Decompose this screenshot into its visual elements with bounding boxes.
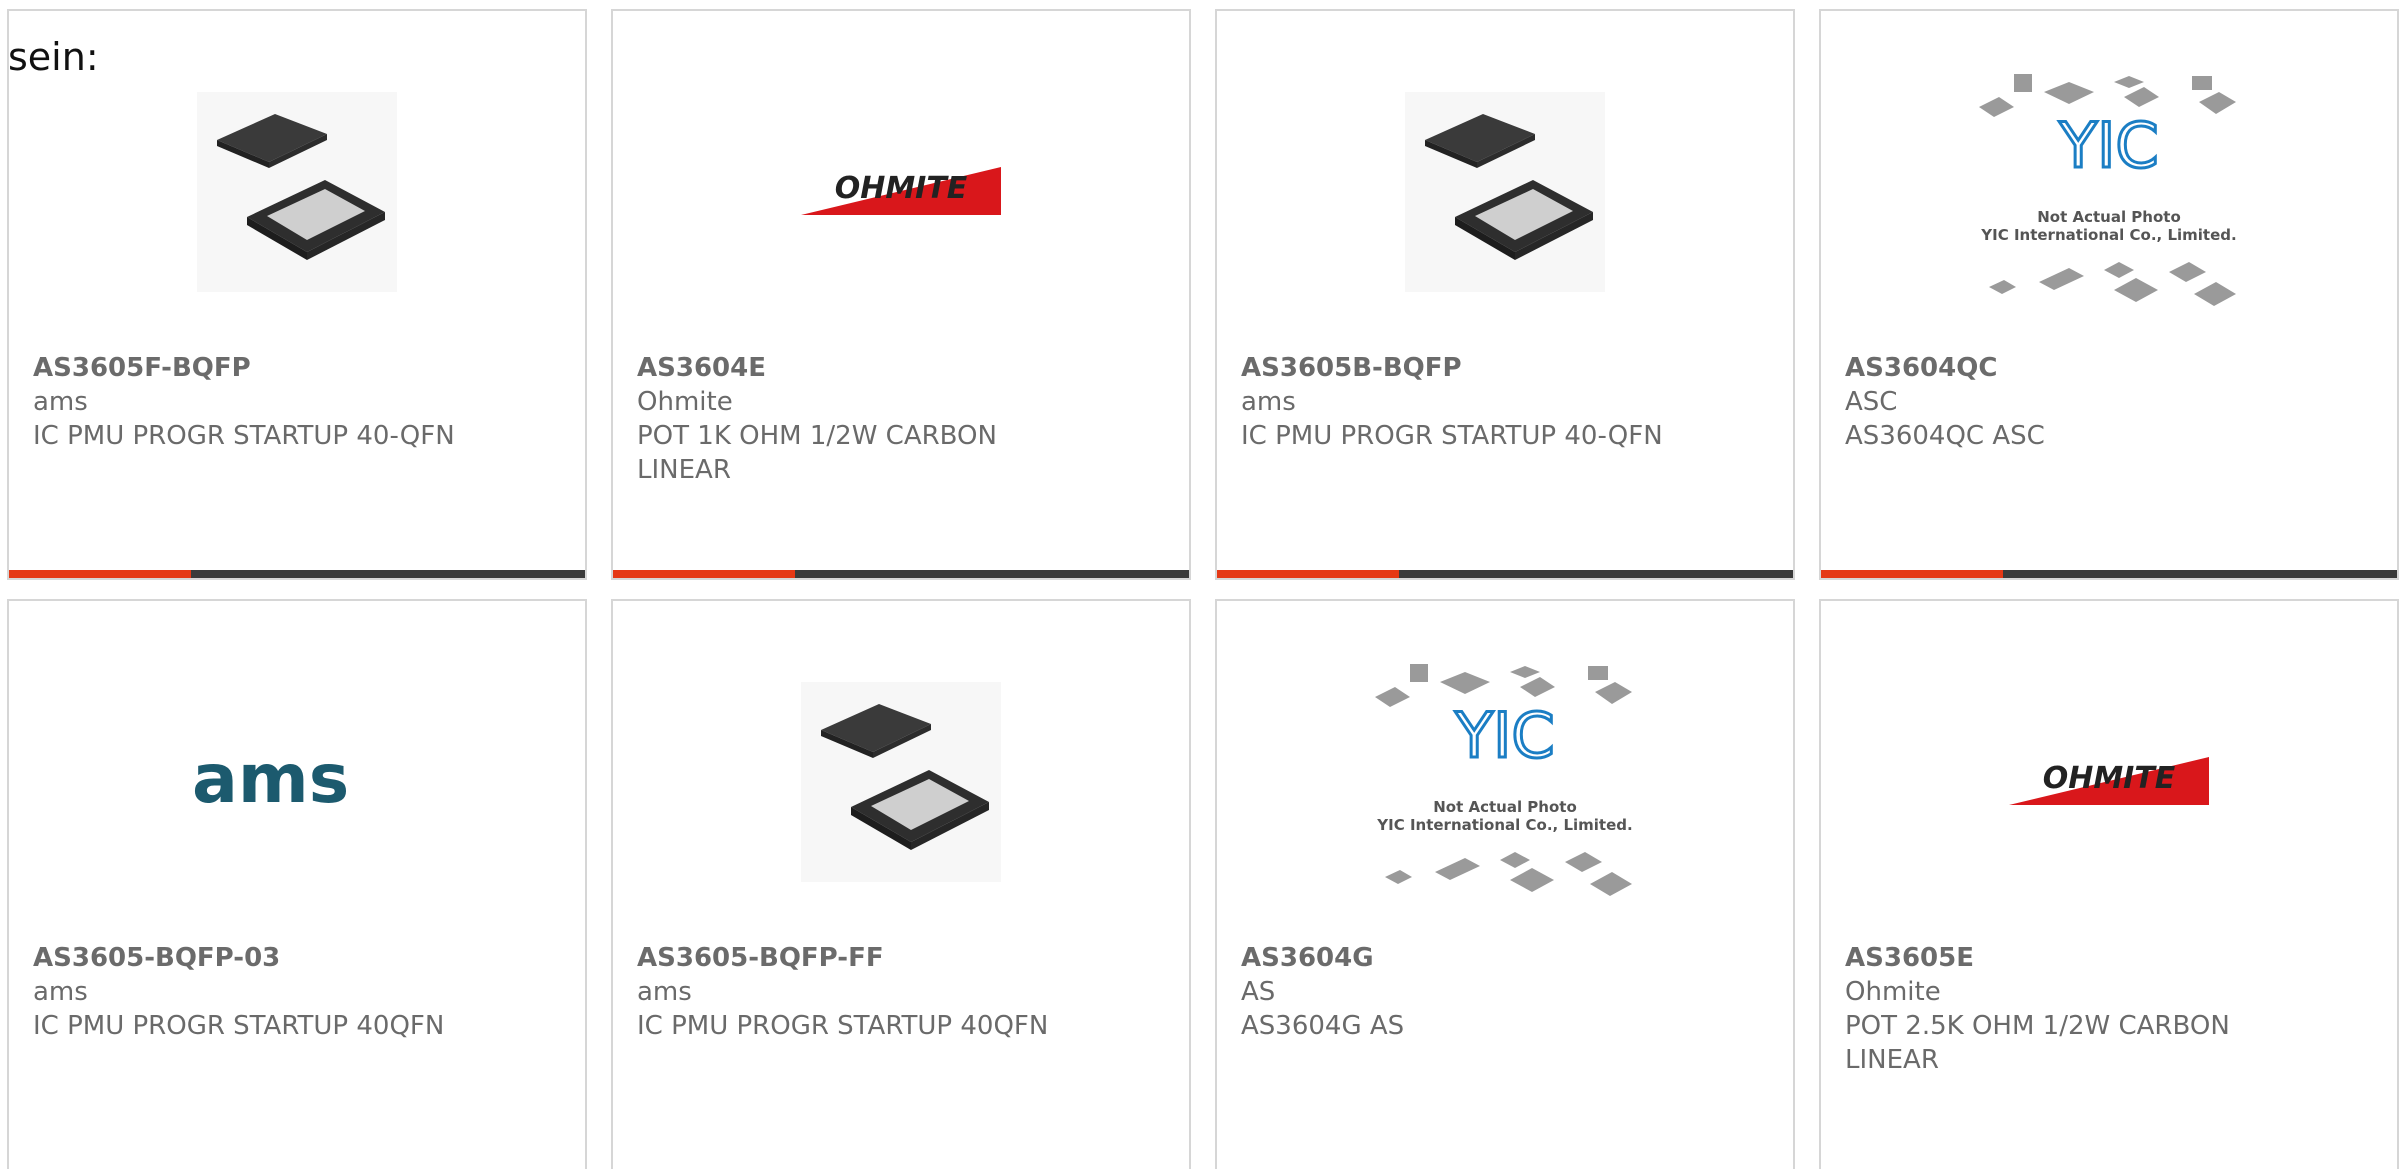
manufacturer: ams <box>637 977 692 1007</box>
ams-logo-icon: ams <box>192 747 349 817</box>
product-image[interactable]: OHMITE <box>1821 667 2397 897</box>
product-image[interactable]: YIC Not Actual Photo YIC International C… <box>1217 664 1793 897</box>
card-accent-bar <box>1217 570 1793 578</box>
product-card[interactable]: AS3605-BQFP-FF ams IC PMU PROGR STARTUP … <box>611 599 1191 1169</box>
part-number[interactable]: AS3604QC <box>1845 351 2373 385</box>
part-number[interactable]: AS3604E <box>637 351 1165 385</box>
part-number[interactable]: AS3605-BQFP-03 <box>33 941 561 975</box>
yic-caption-1: Not Actual Photo <box>1433 798 1577 816</box>
manufacturer: Ohmite <box>637 387 733 417</box>
manufacturer: AS <box>1241 977 1276 1007</box>
manufacturer: ams <box>33 387 88 417</box>
yic-caption-2: YIC International Co., Limited. <box>1980 226 2236 244</box>
yic-caption-2: YIC International Co., Limited. <box>1376 816 1632 834</box>
manufacturer: ams <box>1241 387 1296 417</box>
part-number[interactable]: AS3604G <box>1241 941 1769 975</box>
part-number[interactable]: AS3605E <box>1845 941 2373 975</box>
product-image[interactable] <box>613 667 1189 897</box>
description: IC PMU PROGR STARTUP 40QFN <box>33 1011 445 1041</box>
description: POT 2.5K OHM 1/2W CARBON LINEAR <box>1845 1011 2230 1075</box>
ohmite-logo-icon: OHMITE <box>801 167 1001 215</box>
ohmite-logo-icon: OHMITE <box>2009 757 2209 805</box>
description: POT 1K OHM 1/2W CARBON LINEAR <box>637 421 997 485</box>
product-image[interactable]: YIC Not Actual Photo YIC International C… <box>1821 74 2397 307</box>
ams-logo-text: ams <box>192 747 349 817</box>
manufacturer: Ohmite <box>1845 977 1941 1007</box>
qfn-chip-icon <box>197 92 397 292</box>
qfn-chip-icon <box>1405 92 1605 292</box>
description: AS3604G AS <box>1241 1011 1405 1041</box>
product-card[interactable]: OHMITE AS3604E Ohmite POT 1K OHM 1/2W CA… <box>611 9 1191 580</box>
product-card[interactable]: ams AS3605-BQFP-03 ams IC PMU PROGR STAR… <box>7 599 587 1169</box>
description: IC PMU PROGR STARTUP 40QFN <box>637 1011 1049 1041</box>
product-card[interactable]: YIC Not Actual Photo YIC International C… <box>1215 599 1795 1169</box>
qfn-chip-icon <box>801 682 1001 882</box>
ohmite-logo-text: OHMITE <box>2043 761 2176 796</box>
yic-logo: YIC <box>2058 109 2158 182</box>
product-card[interactable]: YIC Not Actual Photo YIC International C… <box>1819 9 2399 580</box>
yic-placeholder-icon: YIC Not Actual Photo YIC International C… <box>1375 664 1633 896</box>
product-image[interactable]: OHMITE <box>613 77 1189 307</box>
part-number[interactable]: AS3605F-BQFP <box>33 351 561 385</box>
description: IC PMU PROGR STARTUP 40-QFN <box>1241 421 1663 451</box>
product-card[interactable]: OHMITE AS3605E Ohmite POT 2.5K OHM 1/2W … <box>1819 599 2399 1169</box>
yic-caption-1: Not Actual Photo <box>2037 208 2181 226</box>
intro-text: sein: <box>8 35 99 79</box>
product-card[interactable]: AS3605F-BQFP ams IC PMU PROGR STARTUP 40… <box>7 9 587 580</box>
ohmite-logo-text: OHMITE <box>835 171 968 206</box>
yic-placeholder-icon: YIC Not Actual Photo YIC International C… <box>1979 74 2237 306</box>
description: AS3604QC ASC <box>1845 421 2045 451</box>
product-image[interactable]: ams <box>9 667 585 897</box>
card-accent-bar <box>613 570 1189 578</box>
product-image[interactable] <box>1217 77 1793 307</box>
manufacturer: ASC <box>1845 387 1898 417</box>
description: IC PMU PROGR STARTUP 40-QFN <box>33 421 455 451</box>
part-number[interactable]: AS3605-BQFP-FF <box>637 941 1165 975</box>
manufacturer: ams <box>33 977 88 1007</box>
yic-logo: YIC <box>1454 699 1554 772</box>
product-image[interactable] <box>9 77 585 307</box>
card-accent-bar <box>1821 570 2397 578</box>
product-card[interactable]: AS3605B-BQFP ams IC PMU PROGR STARTUP 40… <box>1215 9 1795 580</box>
part-number[interactable]: AS3605B-BQFP <box>1241 351 1769 385</box>
card-accent-bar <box>9 570 585 578</box>
